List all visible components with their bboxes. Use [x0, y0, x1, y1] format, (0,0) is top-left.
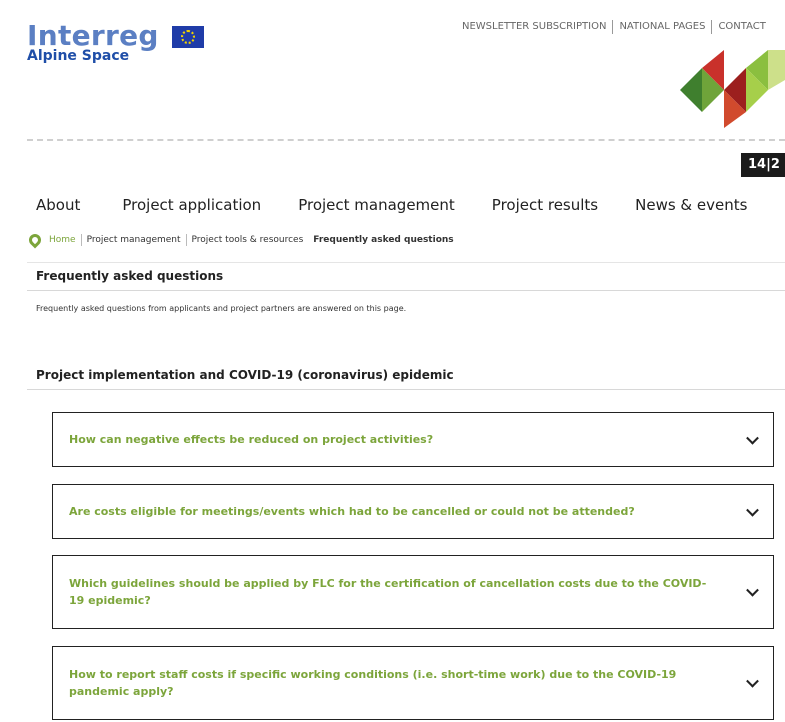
chevron-down-icon[interactable] [746, 583, 759, 597]
breadcrumb-current: Frequently asked questions [313, 235, 454, 245]
chevron-down-icon[interactable] [746, 503, 759, 517]
section-divider [27, 389, 785, 390]
top-utility-nav: NEWSLETTER SUBSCRIPTION NATIONAL PAGES CON… [456, 20, 766, 34]
nav-item-project-results[interactable]: Project results [492, 196, 598, 214]
main-nav: About Project application Project manageme… [36, 196, 784, 214]
site-logo[interactable]: Interreg Alpine Space [27, 22, 204, 64]
chevron-down-icon[interactable] [746, 431, 759, 445]
location-pin-icon [26, 231, 44, 249]
national-pages-link[interactable]: NATIONAL PAGES [613, 20, 713, 34]
nav-item-project-application[interactable]: Project application [122, 196, 261, 214]
edition-badge: 14|2 [741, 153, 785, 177]
faq-question: How can negative effects be reduced on p… [69, 433, 434, 446]
breadcrumb: Home Project management Project tools & … [26, 231, 459, 249]
eu-flag-icon [171, 26, 204, 48]
section-title: Project implementation and COVID-19 (cor… [36, 368, 454, 382]
page-title: Frequently asked questions [36, 269, 224, 283]
faq-item[interactable]: Are costs eligible for meetings/events w… [52, 484, 774, 539]
header-divider [27, 139, 785, 141]
faq-question: How to report staff costs if specific wo… [69, 668, 677, 698]
nav-item-project-management[interactable]: Project management [298, 196, 455, 214]
faq-question: Which guidelines should be applied by FL… [69, 577, 707, 607]
faq-question: Are costs eligible for meetings/events w… [69, 505, 635, 518]
title-divider [27, 290, 785, 291]
logo-wordmark: Interreg [27, 19, 159, 52]
breadcrumb-project-tools[interactable]: Project tools & resources [187, 234, 309, 246]
nav-item-news-events[interactable]: News & events [635, 196, 747, 214]
decorative-triangles-icon [680, 50, 785, 128]
breadcrumb-divider [27, 262, 785, 263]
faq-item[interactable]: Which guidelines should be applied by FL… [52, 555, 774, 629]
faq-item[interactable]: How can negative effects be reduced on p… [52, 412, 774, 467]
breadcrumb-project-management[interactable]: Project management [82, 234, 187, 246]
breadcrumb-home[interactable]: Home [49, 234, 82, 246]
intro-text: Frequently asked questions from applican… [36, 304, 407, 313]
newsletter-link[interactable]: NEWSLETTER SUBSCRIPTION [456, 20, 614, 34]
chevron-down-icon[interactable] [746, 674, 759, 688]
logo-subtitle: Alpine Space [27, 48, 130, 64]
nav-item-about[interactable]: About [36, 196, 80, 214]
faq-item[interactable]: How to report staff costs if specific wo… [52, 646, 774, 720]
contact-link[interactable]: CONTACT [712, 20, 765, 34]
